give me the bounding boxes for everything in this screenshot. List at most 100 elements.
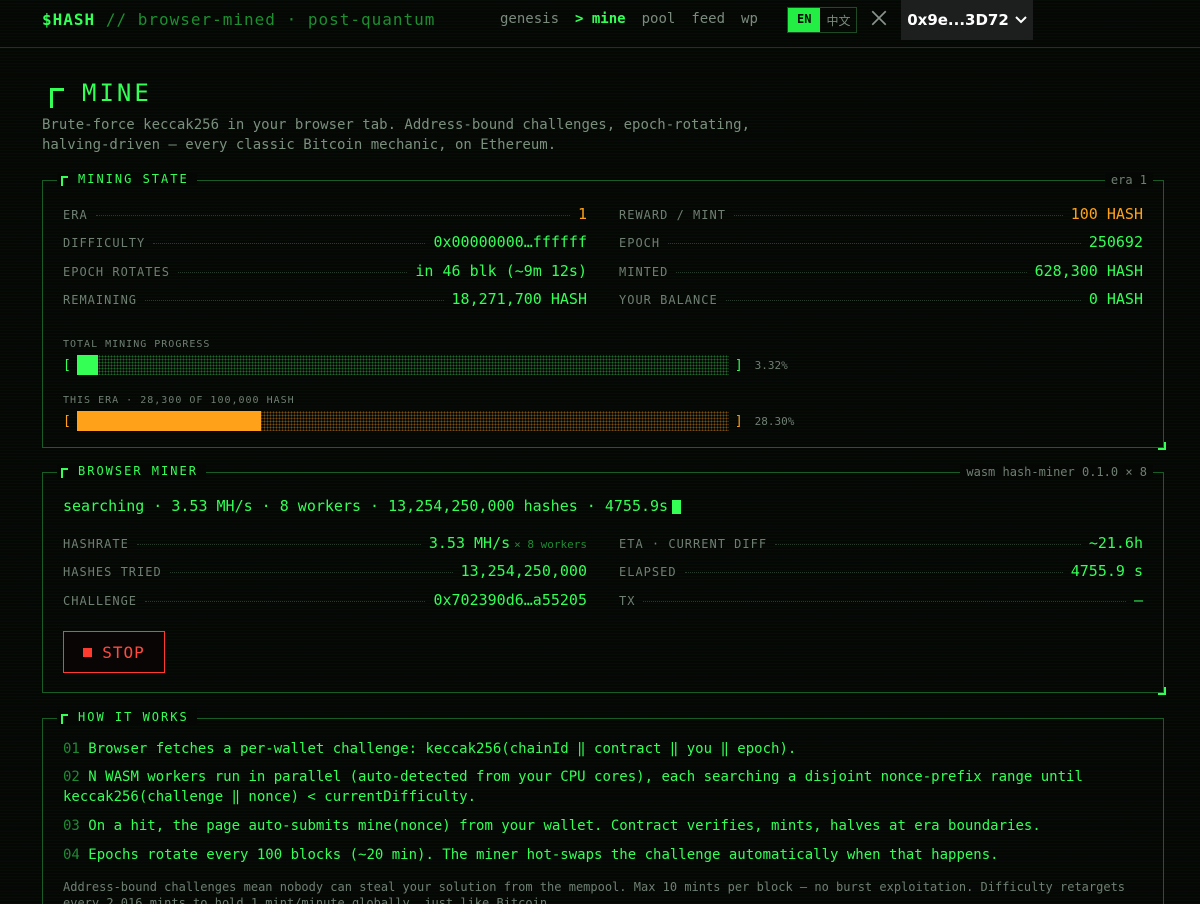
x-twitter-icon[interactable] <box>870 9 888 27</box>
stat-row-hashrate: HASHRATE 3.53 MH/s × 8 workers <box>63 534 587 552</box>
stat-label: REWARD / MINT <box>619 208 726 222</box>
stat-value: 628,300 HASH <box>1034 262 1143 280</box>
cursor-block <box>672 499 682 514</box>
progress-fill <box>76 411 262 431</box>
how-it-works-panel: HOW IT WORKS 01 Browser fetches a per-wa… <box>42 710 1164 904</box>
progress-bar-era: [ ] 28.30% <box>63 411 794 431</box>
how-step: 03 On a hit, the page auto-submits mine(… <box>63 816 1153 836</box>
stop-label: STOP <box>102 642 145 662</box>
stat-label: HASHES TRIED <box>63 565 162 579</box>
stat-subvalue: × 8 workers <box>514 538 587 551</box>
step-text: On a hit, the page auto-submits mine(non… <box>88 818 1041 834</box>
miner-status-line: searching · 3.53 MH/s · 8 workers · 13,2… <box>63 497 682 515</box>
chevron-down-icon <box>1015 16 1027 24</box>
how-step: 02 N WASM workers run in parallel (auto-… <box>63 767 1153 807</box>
stat-row-reward: REWARD / MINT 100 HASH <box>619 205 1143 223</box>
logo[interactable]: $HASH <box>42 10 95 29</box>
stat-value: 3.53 MH/s × 8 workers <box>428 534 587 552</box>
panel-header: BROWSER MINER <box>57 464 206 478</box>
progress-label-era: THIS ERA · 28,300 OF 100,000 HASH <box>63 395 295 406</box>
stat-label: ELAPSED <box>619 565 677 579</box>
how-step: 04 Epochs rotate every 100 blocks (~20 m… <box>63 845 1153 865</box>
panel-title: MINING STATE <box>78 172 189 186</box>
stat-label: DIFFICULTY <box>63 236 146 250</box>
stat-value: ~21.6h <box>1088 534 1143 552</box>
stat-value: 0x702390d6…a55205 <box>433 591 587 609</box>
miner-status-text: searching · 3.53 MH/s · 8 workers · 13,2… <box>63 497 669 515</box>
stat-row-minted: MINTED 628,300 HASH <box>619 262 1143 280</box>
step-text: Epochs rotate every 100 blocks (~20 min)… <box>88 847 999 863</box>
language-toggle: EN 中文 <box>787 7 858 33</box>
panel-title: BROWSER MINER <box>78 464 198 478</box>
stop-button[interactable]: STOP <box>63 631 165 673</box>
stat-label: ERA <box>63 208 88 222</box>
stat-label: TX <box>619 594 636 608</box>
top-bar: $HASH // browser-mined · post-quantum ge… <box>0 0 1200 48</box>
progress-track <box>76 411 729 431</box>
progress-percent: 3.32% <box>754 358 788 372</box>
page-intro: Brute-force keccak256 in your browser ta… <box>42 117 751 153</box>
wallet-address: 0x9e...3D72 <box>907 11 1009 29</box>
stat-row-challenge: CHALLENGE 0x702390d6…a55205 <box>63 591 587 609</box>
main-nav: genesis > mine pool feed wp <box>500 11 758 27</box>
step-number: 04 <box>63 847 80 863</box>
brand[interactable]: $HASH // browser-mined · post-quantum <box>42 10 435 29</box>
stat-value: 0 HASH <box>1088 290 1143 308</box>
browser-miner-panel: BROWSER MINER wasm hash-miner 0.1.0 × 8 … <box>42 464 1166 695</box>
panel-header: HOW IT WORKS <box>57 710 197 724</box>
stat-label: REMAINING <box>63 293 138 307</box>
stat-value: — <box>1133 591 1143 609</box>
progress-percent: 28.30% <box>754 414 795 428</box>
nav-mine[interactable]: > mine <box>575 11 626 27</box>
nav-wp[interactable]: wp <box>741 11 758 27</box>
progress-track <box>76 355 729 375</box>
stat-row-hashes-tried: HASHES TRIED 13,254,250,000 <box>63 562 587 580</box>
stat-label: YOUR BALANCE <box>619 293 718 307</box>
corner-bracket-icon <box>50 88 64 108</box>
stat-row-epoch-rotates: EPOCH ROTATES in 46 blk (~9m 12s) <box>63 262 587 280</box>
step-number: 02 <box>63 769 80 785</box>
progress-fill <box>76 355 99 375</box>
stat-value: 100 HASH <box>1070 205 1143 223</box>
stat-value: 13,254,250,000 <box>460 562 587 580</box>
corner-accent <box>1158 687 1166 695</box>
nav-genesis[interactable]: genesis <box>500 11 559 27</box>
stat-value: 4755.9 s <box>1070 562 1143 580</box>
bracket-open: [ <box>63 413 71 429</box>
bracket-close: ] <box>734 357 743 373</box>
wallet-button[interactable]: 0x9e...3D72 <box>901 0 1033 40</box>
stat-value: 250692 <box>1088 233 1143 251</box>
panel-meta: era 1 <box>1104 173 1153 187</box>
how-step: 01 Browser fetches a per-wallet challeng… <box>63 739 1153 759</box>
stat-row-tx: TX — <box>619 591 1143 609</box>
panel-meta: wasm hash-miner 0.1.0 × 8 <box>960 465 1153 479</box>
mining-state-panel: MINING STATE era 1 ERA 1 DIFFICULTY 0x00… <box>42 172 1166 450</box>
corner-bracket-icon <box>61 467 68 478</box>
page-title: MINE <box>50 78 152 108</box>
corner-bracket-icon <box>61 713 68 724</box>
how-note: Address-bound challenges mean nobody can… <box>63 880 1126 904</box>
nav-feed[interactable]: feed <box>691 11 725 27</box>
stat-label: MINTED <box>619 265 669 279</box>
panel-title: HOW IT WORKS <box>78 710 189 724</box>
stat-value: 18,271,700 HASH <box>451 290 587 308</box>
stat-row-remaining: REMAINING 18,271,700 HASH <box>63 290 587 308</box>
step-number: 03 <box>63 818 80 834</box>
stat-label: CHALLENGE <box>63 594 138 608</box>
stat-value: 0x00000000…ffffff <box>433 233 587 251</box>
lang-zh-button[interactable]: 中文 <box>820 8 856 32</box>
stat-label: EPOCH <box>619 236 661 250</box>
stat-row-elapsed: ELAPSED 4755.9 s <box>619 562 1143 580</box>
bracket-open: [ <box>63 357 71 373</box>
panel-header: MINING STATE <box>57 172 197 186</box>
stat-row-eta: ETA · CURRENT DIFF ~21.6h <box>619 534 1143 552</box>
nav-pool[interactable]: pool <box>642 11 676 27</box>
progress-bar-total: [ ] 3.32% <box>63 355 788 375</box>
corner-accent <box>1158 442 1166 450</box>
stat-row-balance: YOUR BALANCE 0 HASH <box>619 290 1143 308</box>
stat-row-epoch: EPOCH 250692 <box>619 233 1143 251</box>
step-text: N WASM workers run in parallel (auto-det… <box>63 769 1083 805</box>
lang-en-button[interactable]: EN <box>788 8 821 32</box>
step-number: 01 <box>63 741 80 757</box>
stop-icon <box>83 647 93 657</box>
